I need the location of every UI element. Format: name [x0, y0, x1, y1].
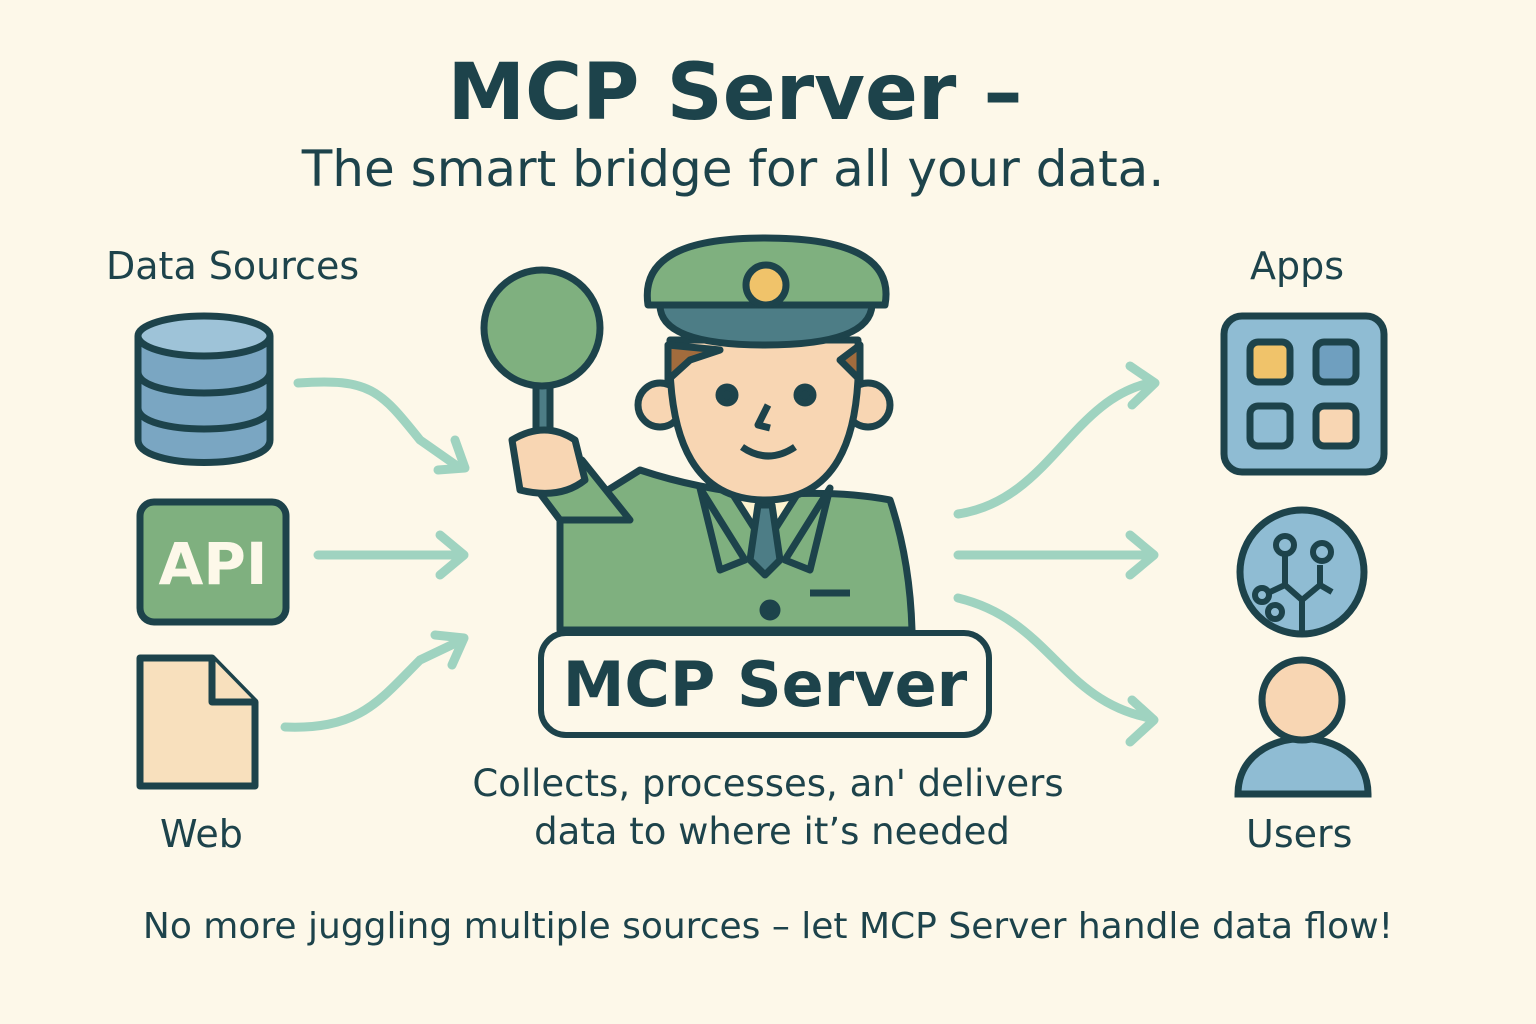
page-subtitle: The smart bridge for all your data. [301, 140, 1165, 198]
page-title: MCP Server – [447, 48, 1023, 138]
circuit-icon [1236, 506, 1368, 638]
server-officer-character [480, 234, 916, 634]
data-sources-heading: Data Sources [106, 244, 360, 288]
database-icon [134, 312, 274, 466]
arrow-database [293, 377, 465, 473]
description-line-2: data to where it’s needed [534, 810, 1010, 853]
footer-tagline: No more juggling multiple sources – let … [142, 906, 1394, 947]
api-icon: API [136, 498, 290, 626]
mcp-server-box: MCP Server [538, 630, 992, 738]
svg-text:API: API [159, 530, 268, 598]
apps-heading: Apps [1250, 244, 1345, 288]
apps-grid-icon [1220, 312, 1388, 476]
arrow-web [280, 635, 467, 732]
description-line-1: Collects, processes, an' delivers [472, 762, 1064, 805]
arrow-apps [953, 378, 1155, 519]
